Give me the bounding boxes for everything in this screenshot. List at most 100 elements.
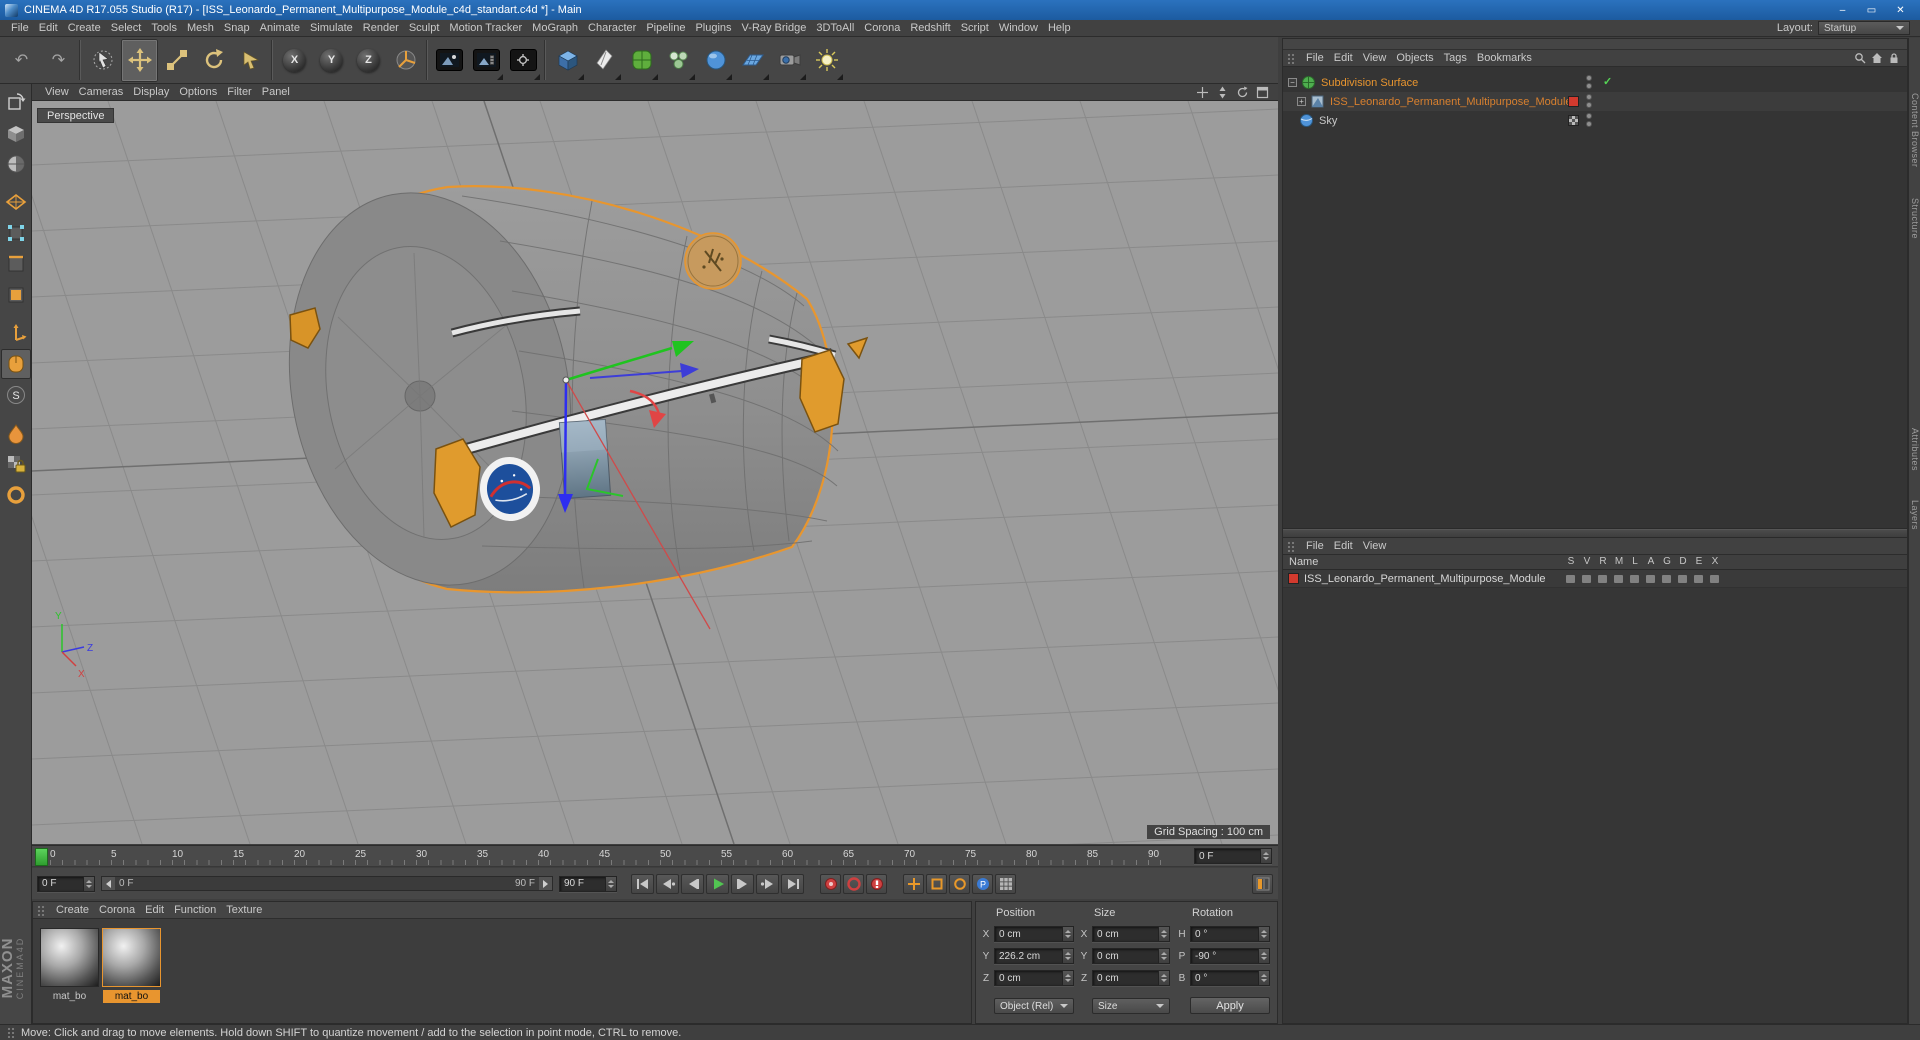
last-used-tool-button[interactable] [232,39,269,82]
render-view-button[interactable] [431,39,468,82]
range-end-field[interactable]: 90 F [559,875,617,892]
prev-frame-button[interactable] [681,873,704,894]
keyframe-selection-button[interactable] [1252,873,1273,894]
timeline-tick[interactable]: 0 [50,849,56,860]
name-column-header[interactable]: Name [1289,556,1318,568]
zoom-view-button[interactable] [1214,86,1230,99]
coordinate-system-button[interactable] [387,39,424,82]
menu-select[interactable]: Select [106,21,147,35]
col-manager[interactable]: M [1612,556,1626,567]
scale-tool-button[interactable] [158,39,195,82]
menu-animate[interactable]: Animate [255,21,305,35]
tab-structure[interactable]: Structure [1910,198,1920,239]
pos-y-spinner[interactable] [1062,949,1073,963]
pos-x-field[interactable]: 0 cm [994,926,1074,942]
layer-toggle[interactable] [1694,575,1703,583]
lock-y-axis-button[interactable]: Y [313,39,350,82]
size-z-spinner[interactable] [1158,971,1169,985]
texture-tag-icon[interactable] [1569,116,1578,125]
range-start-field[interactable]: 0 F [37,875,95,892]
move-tool-button[interactable] [121,38,158,82]
size-x-field[interactable]: 0 cm [1092,926,1170,942]
rot-p-spinner[interactable] [1258,949,1269,963]
vp-menu-display[interactable]: Display [128,85,174,99]
close-button[interactable]: ✕ [1886,1,1915,19]
timeline-tick[interactable]: 40 [538,849,549,860]
record-keyframe-button[interactable] [820,873,841,894]
layer-toggle[interactable] [1582,575,1591,583]
spline-pen-button[interactable] [586,39,623,82]
timeline-tick[interactable]: 25 [355,849,366,860]
timeline-tick[interactable]: 65 [843,849,854,860]
timeline-tick[interactable]: 10 [172,849,183,860]
key-pla-button[interactable] [995,873,1016,894]
dock-grip[interactable] [1283,39,1907,50]
menu-mesh[interactable]: Mesh [182,21,219,35]
col-xref[interactable]: X [1708,556,1722,567]
layer-toggle[interactable] [1678,575,1687,583]
key-parameter-button[interactable]: P [972,873,993,894]
menu-render[interactable]: Render [358,21,404,35]
menu-corona[interactable]: Corona [859,21,905,35]
pos-y-field[interactable]: 226.2 cm [994,948,1074,964]
menu-file[interactable]: File [6,21,34,35]
play-button[interactable] [706,873,729,894]
timeline-tick[interactable]: 45 [599,849,610,860]
torus-tool-button[interactable] [1,480,31,510]
timeline-tick[interactable]: 80 [1026,849,1037,860]
range-right-grip[interactable] [539,877,552,890]
material-thumbnail[interactable] [41,929,98,986]
render-picture-viewer-button[interactable] [468,39,505,82]
panel-grip-icon[interactable] [37,904,46,916]
lm-menu-edit[interactable]: Edit [1329,539,1358,553]
dock-splitter[interactable] [1283,529,1907,538]
playhead[interactable] [35,848,48,866]
menu-pipeline[interactable]: Pipeline [641,21,690,35]
menu-script[interactable]: Script [956,21,994,35]
menu-sculpt[interactable]: Sculpt [404,21,445,35]
menu-edit[interactable]: Edit [34,21,63,35]
undo-button[interactable]: ↶ [3,39,40,82]
tab-attributes[interactable]: Attributes [1910,428,1920,471]
lock-z-axis-button[interactable]: Z [350,39,387,82]
menu-help[interactable]: Help [1043,21,1076,35]
model-mode-button[interactable] [1,118,31,148]
visibility-dots[interactable] [1586,94,1592,108]
layer-color-swatch[interactable] [1289,574,1298,583]
object-name[interactable]: ISS_Leonardo_Permanent_Multipurpose_Modu… [1330,96,1572,108]
prev-key-button[interactable] [656,873,679,894]
enabled-check-icon[interactable]: ✓ [1603,75,1612,88]
keying-settings-button[interactable] [866,873,887,894]
enable-axis-button[interactable] [1,318,31,348]
add-cube-button[interactable] [549,39,586,82]
pos-x-spinner[interactable] [1062,927,1073,941]
col-solo[interactable]: S [1564,556,1578,567]
menu-create[interactable]: Create [63,21,106,35]
gizmo-origin[interactable] [562,376,570,384]
material-label-selected[interactable]: mat_bo [103,990,160,1003]
layer-toggle[interactable] [1662,575,1671,583]
menu-motion-tracker[interactable]: Motion Tracker [444,21,527,35]
object-row-sky[interactable]: Sky [1283,111,1907,130]
col-generators[interactable]: G [1660,556,1674,567]
timeline-tick[interactable]: 35 [477,849,488,860]
layer-toggle[interactable] [1614,575,1623,583]
rot-h-field[interactable]: 0 ° [1190,926,1270,942]
visibility-dots[interactable] [1586,75,1592,89]
environment-button[interactable] [697,39,734,82]
size-x-spinner[interactable] [1158,927,1169,941]
camera-label[interactable]: Perspective [37,108,115,123]
gizmo-z-axis[interactable] [563,379,568,497]
timeline-tick[interactable]: 90 [1148,849,1159,860]
maximize-button[interactable]: ▭ [1857,1,1886,19]
key-position-button[interactable] [903,873,924,894]
next-key-button[interactable] [756,873,779,894]
texture-lock-button[interactable] [1,449,31,479]
menu-redshift[interactable]: Redshift [905,21,955,35]
menu-character[interactable]: Character [583,21,641,35]
coordinate-mode-dropdown[interactable]: Object (Rel) [994,998,1074,1014]
size-z-field[interactable]: 0 cm [1092,970,1170,986]
size-mode-dropdown[interactable]: Size [1092,998,1170,1014]
menu-vray-bridge[interactable]: V-Ray Bridge [737,21,812,35]
edges-mode-button[interactable] [1,249,31,279]
